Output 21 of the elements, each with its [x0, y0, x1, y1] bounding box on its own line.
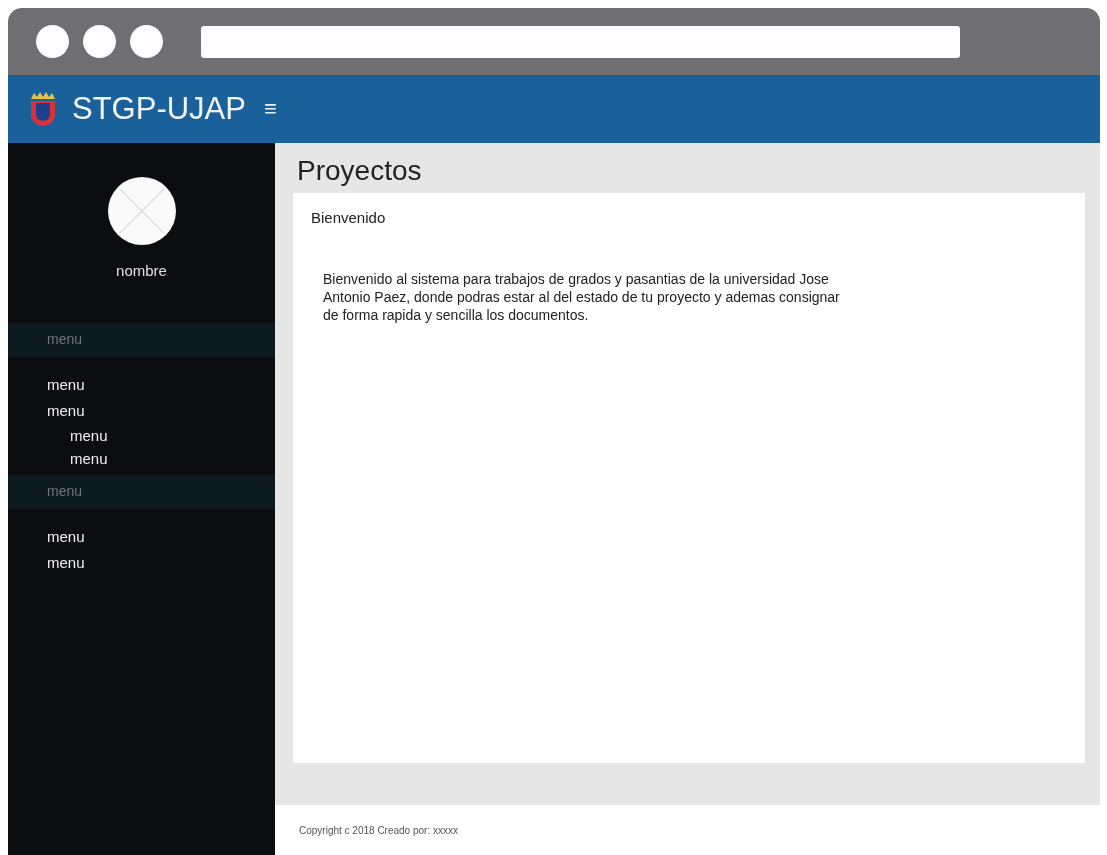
shield-logo-icon — [28, 91, 58, 127]
sidebar-menu-item[interactable]: menu — [8, 399, 275, 425]
card-heading: Bienvenido — [311, 209, 387, 226]
sidebar-menu-item[interactable]: menu — [8, 373, 275, 399]
page-title: Proyectos — [297, 155, 423, 187]
window-button[interactable] — [36, 25, 69, 58]
sidebar-menu-item[interactable]: menu — [8, 425, 275, 448]
sidebar-section-header: menu — [8, 475, 275, 509]
window-button[interactable] — [83, 25, 116, 58]
menu-toggle[interactable]: ≡ — [259, 96, 281, 122]
copyright-text: Copyright c 2018 Creado por: xxxxx — [299, 824, 458, 836]
avatar-icon — [107, 177, 176, 245]
window-button[interactable] — [130, 25, 163, 58]
address-bar[interactable] — [201, 25, 960, 58]
sidebar-menu-item[interactable]: menu — [8, 551, 275, 577]
sidebar-section-header: menu — [8, 323, 275, 357]
brand-name: STGP-UJAP — [72, 91, 246, 127]
sidebar-menu-item[interactable]: menu — [8, 448, 275, 471]
user-name: nombre — [116, 262, 167, 279]
welcome-text: Bienvenido al sistema para trabajos de grados y pasantias de la universidad Jose Antonio Paez, donde podras estar al del estado de tu proyecto y ademas consignar de forma rapida y sencilla los documentos. — [323, 270, 841, 324]
sidebar-menu-item[interactable]: menu — [8, 525, 275, 551]
